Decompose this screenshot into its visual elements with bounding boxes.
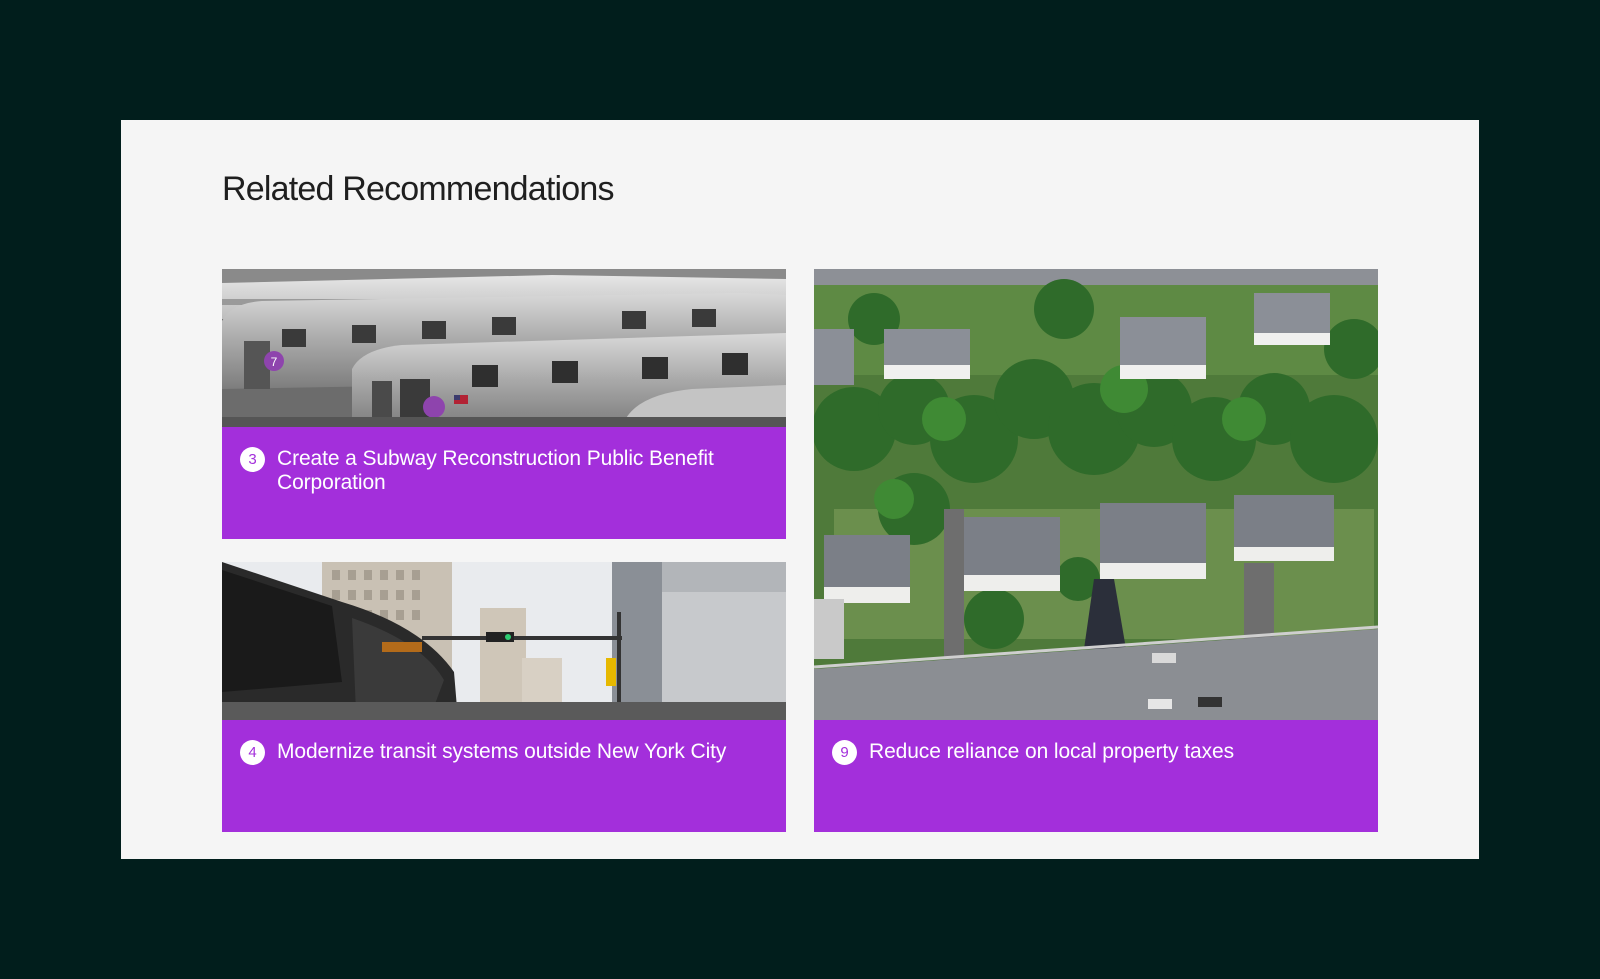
card-caption: 3 Create a Subway Reconstruction Public … (222, 427, 786, 539)
related-recommendations-panel: Related Recommendations 7 3 Create a Sub… (121, 120, 1479, 859)
suburban-houses-aerial-image (814, 269, 1378, 720)
section-title: Related Recommendations (222, 170, 615, 208)
recommendation-title[interactable]: Modernize transit systems outside New Yo… (277, 740, 726, 764)
card-caption: 9 Reduce reliance on local property taxe… (814, 720, 1378, 832)
recommendation-card-transit[interactable]: 4 Modernize transit systems outside New … (222, 562, 786, 832)
city-bus-street-image (222, 562, 786, 720)
subway-trains-image: 7 (222, 269, 786, 427)
recommendation-number-badge: 9 (832, 740, 857, 765)
recommendation-title[interactable]: Create a Subway Reconstruction Public Be… (277, 447, 762, 495)
recommendation-number-badge: 3 (240, 447, 265, 472)
train-route-label: 7 (271, 355, 278, 369)
recommendation-title[interactable]: Reduce reliance on local property taxes (869, 740, 1234, 764)
card-caption: 4 Modernize transit systems outside New … (222, 720, 786, 832)
recommendation-number-badge: 4 (240, 740, 265, 765)
recommendation-card-subway[interactable]: 7 3 Create a Subway Reconstruction Publi… (222, 269, 786, 539)
recommendation-card-property-taxes[interactable]: 9 Reduce reliance on local property taxe… (814, 269, 1378, 832)
